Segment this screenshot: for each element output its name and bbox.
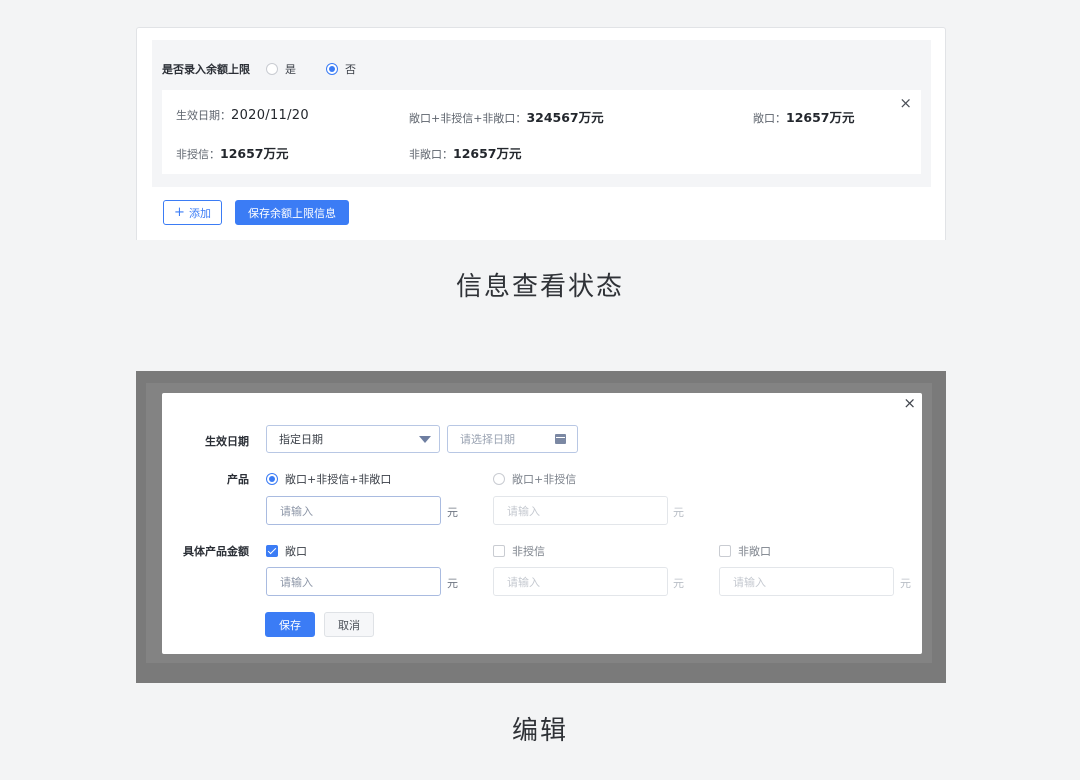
effective-date-label: 生效日期： bbox=[176, 109, 231, 122]
product-option-partial-label: 敞口+非授信 bbox=[512, 473, 577, 486]
radio-checked-icon[interactable] bbox=[266, 473, 278, 485]
limit-option-no[interactable]: 否 bbox=[326, 61, 356, 77]
specific-option-non-exposure[interactable]: 非敞口 bbox=[719, 543, 771, 559]
checkbox-icon[interactable] bbox=[719, 545, 731, 557]
view-caption: 信息查看状态 bbox=[455, 272, 624, 302]
radio-icon[interactable] bbox=[493, 473, 505, 485]
date-mode-select[interactable]: 指定日期 bbox=[266, 425, 440, 453]
date-mode-value: 指定日期 bbox=[279, 433, 323, 446]
close-icon[interactable]: × bbox=[903, 396, 916, 411]
amount-placeholder: 请输入 bbox=[507, 504, 540, 518]
checkbox-checked-icon[interactable] bbox=[266, 545, 278, 557]
exposure-item: 敞口： 12657万元 bbox=[753, 107, 855, 126]
total-value: 324567万元 bbox=[526, 110, 604, 125]
radio-icon[interactable] bbox=[266, 63, 278, 75]
amount-placeholder: 请输入 bbox=[733, 575, 766, 589]
limit-option-yes-label: 是 bbox=[285, 63, 296, 76]
add-button-label: 添加 bbox=[188, 206, 211, 220]
cancel-button[interactable]: 取消 bbox=[324, 612, 374, 637]
specific-option-exposure-label: 敞口 bbox=[285, 545, 307, 558]
total-label: 敞口+非授信+非敞口： bbox=[409, 112, 527, 125]
specific-option-non-credit[interactable]: 非授信 bbox=[493, 543, 545, 559]
radio-checked-icon[interactable] bbox=[326, 63, 338, 75]
plus-icon: + bbox=[174, 204, 185, 220]
product-field-label: 产品 bbox=[227, 473, 249, 486]
unit-label: 元 bbox=[673, 506, 684, 519]
specific-option-non-credit-label: 非授信 bbox=[512, 545, 545, 558]
date-placeholder: 请选择日期 bbox=[460, 433, 515, 446]
edit-caption: 编辑 bbox=[511, 716, 568, 746]
specific-option-non-exposure-label: 非敞口 bbox=[738, 545, 771, 558]
save-button[interactable]: 保存 bbox=[265, 612, 315, 637]
limit-option-yes[interactable]: 是 bbox=[266, 61, 296, 77]
calendar-icon[interactable] bbox=[555, 434, 566, 444]
limit-info-card: 生效日期： 2020/11/20 敞口+非授信+非敞口： 324567万元 敞口… bbox=[162, 90, 921, 174]
save-limit-button[interactable]: 保存余额上限信息 bbox=[235, 200, 349, 225]
effective-date-field-label: 生效日期 bbox=[205, 435, 249, 448]
non-exposure-value: 12657万元 bbox=[453, 146, 522, 161]
non-exposure-amount-input[interactable]: 请输入 bbox=[719, 567, 894, 596]
chevron-down-icon bbox=[419, 436, 431, 443]
product-option-all[interactable]: 敞口+非授信+非敞口 bbox=[266, 471, 391, 487]
non-credit-amount-input[interactable]: 请输入 bbox=[493, 567, 668, 596]
non-credit-item: 非授信： 12657万元 bbox=[176, 143, 289, 162]
limit-toggle-label: 是否录入余额上限 bbox=[162, 63, 250, 76]
limit-toggle-row: 是否录入余额上限 是 否 bbox=[162, 62, 356, 76]
view-panel: 是否录入余额上限 是 否 生效日期： 2020/11/20 敞口+非授信+非敞口… bbox=[136, 27, 946, 240]
total-item: 敞口+非授信+非敞口： 324567万元 bbox=[409, 107, 604, 126]
exposure-label: 敞口： bbox=[753, 112, 786, 125]
product-option-partial[interactable]: 敞口+非授信 bbox=[493, 471, 576, 487]
unit-label: 元 bbox=[447, 577, 458, 590]
exposure-amount-input[interactable]: 请输入 bbox=[266, 567, 441, 596]
unit-label: 元 bbox=[447, 506, 458, 519]
product-option-all-label: 敞口+非授信+非敞口 bbox=[285, 473, 392, 486]
specific-amount-field-label: 具体产品金额 bbox=[183, 545, 249, 558]
amount-placeholder: 请输入 bbox=[280, 504, 313, 518]
limit-section: 是否录入余额上限 是 否 生效日期： 2020/11/20 敞口+非授信+非敞口… bbox=[152, 40, 931, 187]
product-amount-input-1[interactable]: 请输入 bbox=[266, 496, 441, 525]
effective-date-item: 生效日期： 2020/11/20 bbox=[176, 107, 309, 123]
limit-option-no-label: 否 bbox=[345, 63, 356, 76]
non-credit-label: 非授信： bbox=[176, 148, 220, 161]
edit-modal: × 生效日期 指定日期 请选择日期 产品 敞口+非授信+非敞口 敞口+非授信 请… bbox=[162, 393, 922, 654]
close-icon[interactable]: × bbox=[899, 96, 912, 111]
non-exposure-item: 非敞口： 12657万元 bbox=[409, 143, 522, 162]
product-amount-input-2[interactable]: 请输入 bbox=[493, 496, 668, 525]
checkbox-icon[interactable] bbox=[493, 545, 505, 557]
unit-label: 元 bbox=[673, 577, 684, 590]
add-button[interactable]: + 添加 bbox=[163, 200, 222, 225]
modal-overlay: × 生效日期 指定日期 请选择日期 产品 敞口+非授信+非敞口 敞口+非授信 请… bbox=[136, 371, 946, 683]
amount-placeholder: 请输入 bbox=[507, 575, 540, 589]
date-picker-input[interactable]: 请选择日期 bbox=[447, 425, 578, 453]
non-exposure-label: 非敞口： bbox=[409, 148, 453, 161]
exposure-value: 12657万元 bbox=[786, 110, 855, 125]
amount-placeholder: 请输入 bbox=[280, 575, 313, 589]
unit-label: 元 bbox=[900, 577, 911, 590]
non-credit-value: 12657万元 bbox=[220, 146, 289, 161]
effective-date-value: 2020/11/20 bbox=[231, 108, 309, 123]
specific-option-exposure[interactable]: 敞口 bbox=[266, 543, 307, 559]
